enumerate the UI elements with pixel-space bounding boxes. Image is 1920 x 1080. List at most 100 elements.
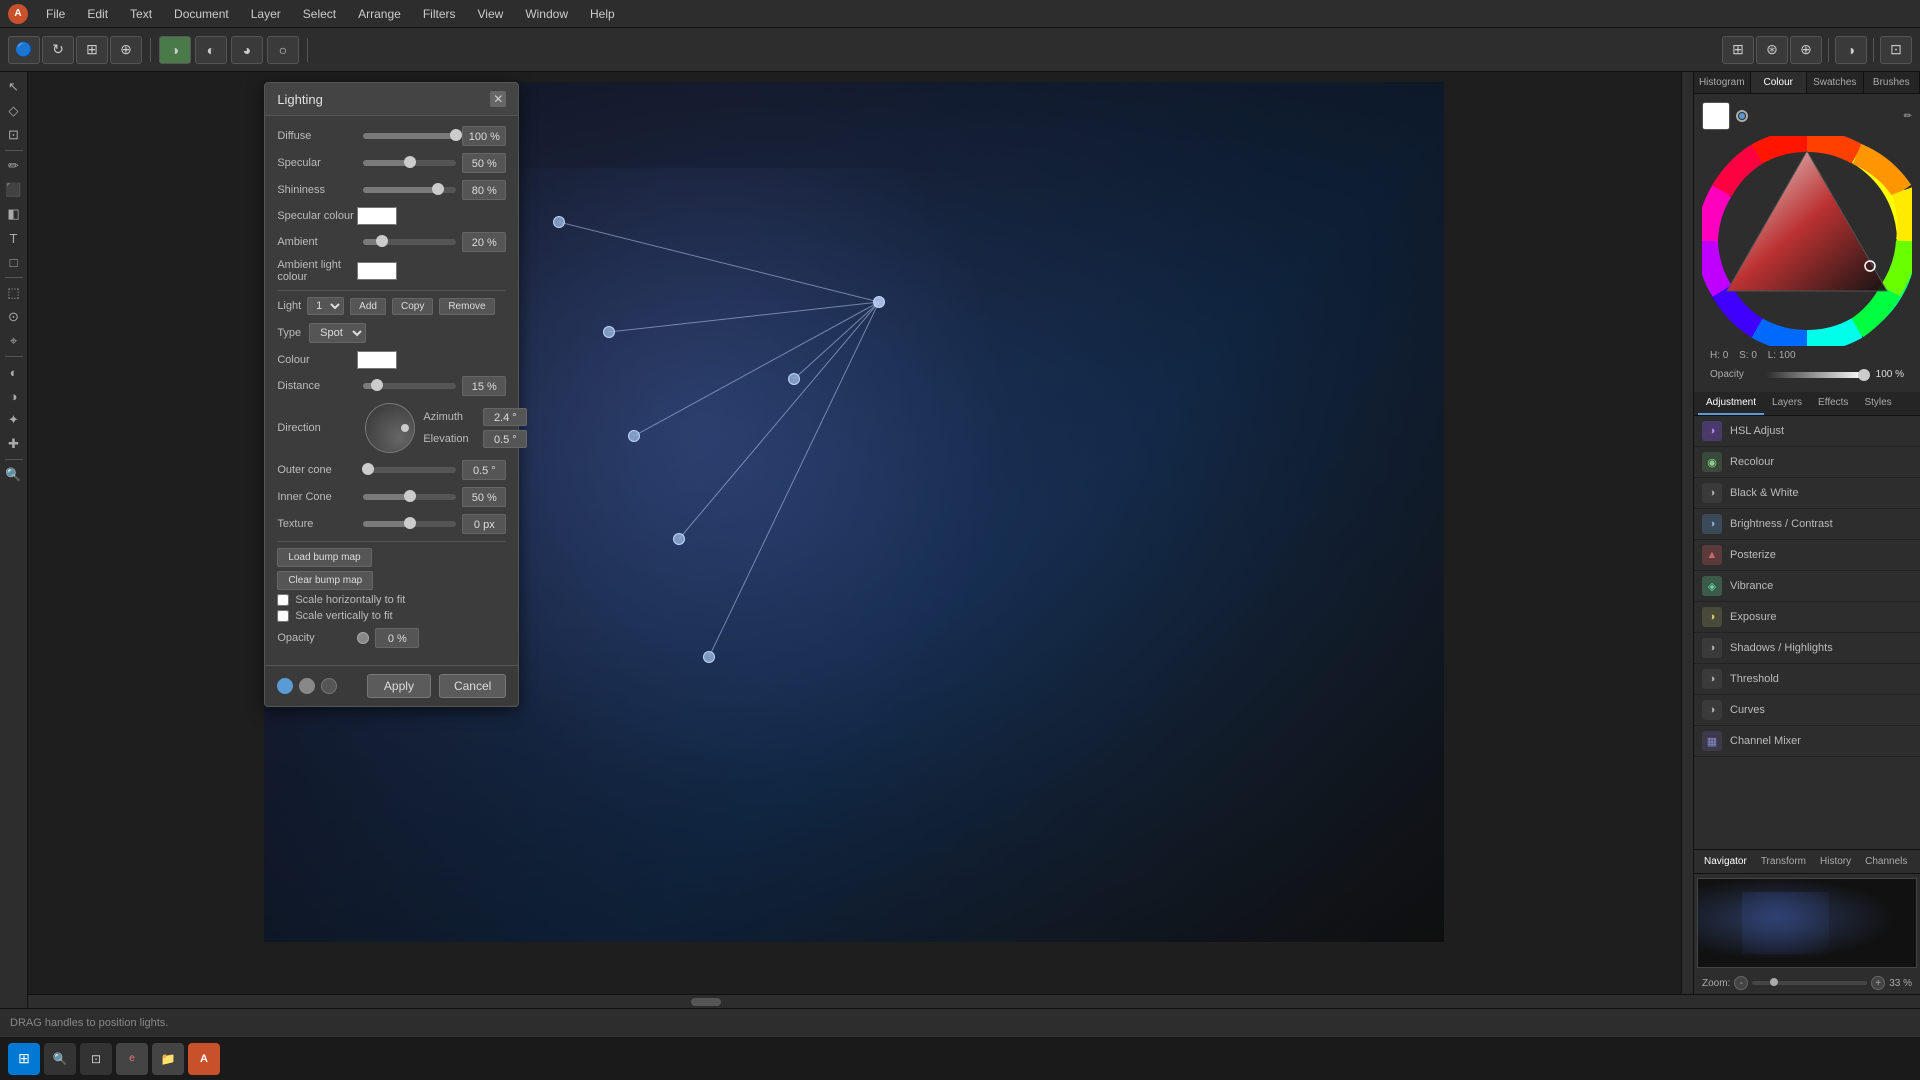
tab-layers[interactable]: Layers xyxy=(1764,392,1810,415)
taskbar-affinity[interactable]: A xyxy=(188,1043,220,1075)
tool-shape[interactable]: □ xyxy=(3,251,25,273)
tool-clone[interactable]: ✦ xyxy=(3,409,25,431)
apply-button[interactable]: Apply xyxy=(367,674,431,698)
diffuse-slider[interactable] xyxy=(363,133,456,139)
adj-threshold[interactable]: ◑ Threshold xyxy=(1694,664,1920,695)
tool-burn[interactable]: ◑ xyxy=(3,385,25,407)
zoom-out-button[interactable]: - xyxy=(1734,976,1748,990)
adj-exposure[interactable]: ◑ Exposure xyxy=(1694,602,1920,633)
remove-light-button[interactable]: Remove xyxy=(439,298,494,315)
menu-view[interactable]: View xyxy=(468,5,514,23)
tab-histogram[interactable]: Histogram xyxy=(1694,72,1751,93)
tool-text[interactable]: T xyxy=(3,227,25,249)
tab-swatches[interactable]: Swatches xyxy=(1807,72,1864,93)
menu-text[interactable]: Text xyxy=(120,5,162,23)
vertical-scrollbar[interactable] xyxy=(1681,72,1693,994)
tab-brushes[interactable]: Brushes xyxy=(1864,72,1920,93)
tool-pointer[interactable]: ↖ xyxy=(3,76,25,98)
scale-v-checkbox[interactable] xyxy=(277,610,289,622)
adj-vibrance[interactable]: ◈ Vibrance xyxy=(1694,571,1920,602)
load-bump-button[interactable]: Load bump map xyxy=(277,548,371,567)
toolbar-mode2[interactable]: ◐ xyxy=(195,36,227,64)
taskbar-explorer[interactable]: 📁 xyxy=(152,1043,184,1075)
light-handle-1[interactable] xyxy=(553,216,565,228)
toolbar-tool2[interactable]: ⊕ xyxy=(110,36,142,64)
direction-wheel[interactable] xyxy=(365,403,415,453)
adj-brightness-contrast[interactable]: ◑ Brightness / Contrast xyxy=(1694,509,1920,540)
tool-select1[interactable]: ⬚ xyxy=(3,282,25,304)
adj-black-white[interactable]: ◑ Black & White xyxy=(1694,478,1920,509)
taskbar-search[interactable]: 🔍 xyxy=(44,1043,76,1075)
colour-swatch[interactable] xyxy=(357,351,397,369)
tab-styles[interactable]: Styles xyxy=(1856,392,1899,415)
toolbar-snap[interactable]: ⊕ xyxy=(1790,36,1822,64)
add-light-button[interactable]: Add xyxy=(350,298,386,315)
tool-paint[interactable]: ✏ xyxy=(3,155,25,177)
copy-light-button[interactable]: Copy xyxy=(392,298,433,315)
zoom-slider[interactable] xyxy=(1752,981,1867,985)
menu-arrange[interactable]: Arrange xyxy=(348,5,411,23)
toolbar-mode4[interactable]: ○ xyxy=(267,36,299,64)
nav-tab-transform[interactable]: Transform xyxy=(1755,854,1812,869)
menu-edit[interactable]: Edit xyxy=(77,5,118,23)
adj-shadows-highlights[interactable]: ◑ Shadows / Highlights xyxy=(1694,633,1920,664)
tool-dodge[interactable]: ◐ xyxy=(3,361,25,383)
foreground-swatch[interactable] xyxy=(1702,102,1730,130)
color-wheel-svg[interactable] xyxy=(1702,136,1912,346)
footer-icon-1[interactable] xyxy=(277,678,293,694)
pencil-icon[interactable]: ✏ xyxy=(1904,111,1912,122)
canvas[interactable]: Lighting ✕ Diffuse 100 % xyxy=(28,72,1681,994)
light-handle-2[interactable] xyxy=(603,326,615,338)
nav-tab-history[interactable]: History xyxy=(1814,854,1857,869)
light-handle-5[interactable] xyxy=(673,533,685,545)
tool-select2[interactable]: ⊙ xyxy=(3,306,25,328)
footer-icon-3[interactable] xyxy=(321,678,337,694)
taskbar-task-view[interactable]: ⊡ xyxy=(80,1043,112,1075)
adj-recolour[interactable]: ◉ Recolour xyxy=(1694,447,1920,478)
specular-slider[interactable] xyxy=(363,160,456,166)
tool-heal[interactable]: ✚ xyxy=(3,433,25,455)
tool-node[interactable]: ◇ xyxy=(3,100,25,122)
ambient-slider[interactable] xyxy=(363,239,456,245)
tool-crop[interactable]: ⊡ xyxy=(3,124,25,146)
outer-cone-slider[interactable] xyxy=(363,467,456,473)
texture-slider[interactable] xyxy=(363,521,456,527)
toolbar-mode3[interactable]: ◕ xyxy=(231,36,263,64)
adj-posterize[interactable]: ▲ Posterize xyxy=(1694,540,1920,571)
toolbar-extra1[interactable]: ⊡ xyxy=(1880,36,1912,64)
horizontal-scrollbar[interactable] xyxy=(28,994,1920,1008)
zoom-in-button[interactable]: + xyxy=(1871,976,1885,990)
tab-adjustment[interactable]: Adjustment xyxy=(1698,392,1764,415)
toolbar-magnet[interactable]: ⊛ xyxy=(1756,36,1788,64)
tool-gradient[interactable]: ◧ xyxy=(3,203,25,225)
cancel-button[interactable]: Cancel xyxy=(439,674,506,698)
menu-document[interactable]: Document xyxy=(164,5,239,23)
adj-hsl-adjust[interactable]: ◑ HSL Adjust xyxy=(1694,416,1920,447)
tool-zoom[interactable]: 🔍 xyxy=(3,464,25,486)
light-handle-6[interactable] xyxy=(703,651,715,663)
tool-select3[interactable]: ⌖ xyxy=(3,330,25,352)
nav-tab-channels[interactable]: Channels xyxy=(1859,854,1913,869)
nav-tab-navigator[interactable]: Navigator xyxy=(1698,854,1753,869)
light-handle-center[interactable] xyxy=(873,296,885,308)
menu-layer[interactable]: Layer xyxy=(241,5,291,23)
menu-select[interactable]: Select xyxy=(293,5,346,23)
menu-filters[interactable]: Filters xyxy=(413,5,466,23)
toolbar-new[interactable]: 🔵 xyxy=(8,36,40,64)
dialog-close-button[interactable]: ✕ xyxy=(490,91,506,107)
footer-icon-2[interactable] xyxy=(299,678,315,694)
light-handle-4[interactable] xyxy=(628,430,640,442)
tool-fill[interactable]: ⬛ xyxy=(3,179,25,201)
adj-curves[interactable]: ◑ Curves xyxy=(1694,695,1920,726)
light-select[interactable]: 1 xyxy=(307,297,344,315)
distance-slider[interactable] xyxy=(363,383,456,389)
specular-colour-swatch[interactable] xyxy=(357,207,397,225)
toolbar-tool1[interactable]: ⊞ xyxy=(76,36,108,64)
scale-h-checkbox[interactable] xyxy=(277,594,289,606)
inner-cone-slider[interactable] xyxy=(363,494,456,500)
taskbar-ie[interactable]: e xyxy=(116,1043,148,1075)
toolbar-refresh[interactable]: ↻ xyxy=(42,36,74,64)
light-handle-3[interactable] xyxy=(788,373,800,385)
toolbar-color-adj[interactable]: ◑ xyxy=(1835,36,1867,64)
shininess-slider[interactable] xyxy=(363,187,456,193)
